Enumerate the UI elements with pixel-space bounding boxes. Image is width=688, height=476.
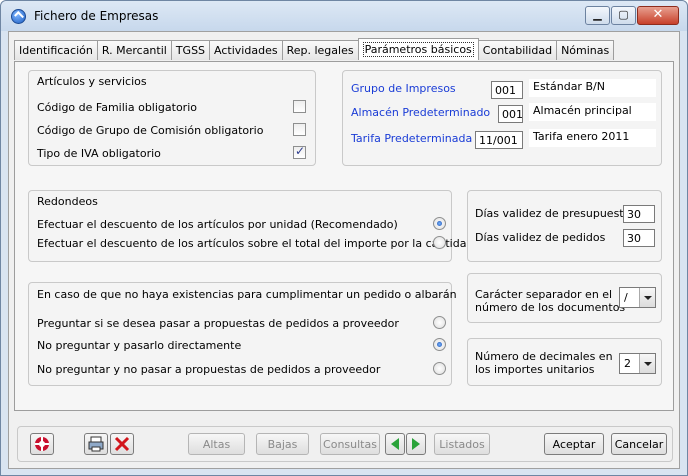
previous-button[interactable] (385, 433, 405, 455)
separador-group: Carácter separador en el número de los d… (467, 273, 662, 323)
bottom-toolbar: Altas Bajas Consultas Listados Aceptar C… (17, 426, 673, 462)
almacen-code-input[interactable]: 001 (498, 105, 523, 123)
validez-group: Días validez de presupuestos 30 Días val… (467, 190, 662, 262)
app-logo-icon (11, 9, 26, 24)
predeterminados-group: Grupo de Impresos 001 Estándar B/N Almac… (342, 70, 662, 166)
altas-button[interactable]: Altas (188, 433, 245, 455)
group-title: En caso de que no haya existencias para … (37, 288, 457, 301)
minimize-icon: ▁ (593, 8, 602, 21)
separador-label-2: número de los documentos (475, 301, 626, 314)
tab-panel-parametros: Artículos y servicios Código de Familia … (14, 61, 674, 411)
tab-nominas[interactable]: Nóminas (556, 40, 615, 60)
existencias-no-pasar-radio[interactable] (433, 362, 446, 375)
decimales-group: Número de decimales en los importes unit… (467, 338, 662, 386)
tab-identificacion[interactable]: Identificación (14, 40, 98, 60)
close-button[interactable]: ✕ (637, 6, 679, 25)
familia-label: Código de Familia obligatorio (37, 101, 197, 114)
help-lifebuoy-icon (35, 437, 49, 451)
grupo-impresos-code-input[interactable]: 001 (491, 81, 523, 99)
decimales-label-2: los importes unitarios (475, 363, 595, 376)
separador-label-1: Carácter separador en el (475, 288, 613, 301)
client-area: Identificación R. Mercantil TGSS Activid… (8, 31, 680, 469)
decimales-select[interactable]: 2 (619, 353, 656, 374)
title-bar: Fichero de Empresas ▁ ▢ ✕ (1, 1, 687, 31)
red-x-icon (114, 436, 130, 452)
redondeo-total-radio[interactable] (433, 236, 446, 249)
articulos-group: Artículos y servicios Código de Familia … (28, 70, 316, 166)
tab-label: TGSS (175, 44, 206, 57)
next-button[interactable] (406, 433, 426, 455)
delete-button[interactable] (110, 433, 134, 455)
existencias-no-pasar-label: No preguntar y no pasar a propuestas de … (37, 363, 381, 376)
tab-contabilidad[interactable]: Contabilidad (477, 40, 558, 60)
tab-rep-legales[interactable]: Rep. legales (281, 40, 359, 60)
app-window: Fichero de Empresas ▁ ▢ ✕ Identificación… (0, 0, 688, 476)
redondeo-unidad-radio[interactable] (433, 217, 446, 230)
tab-r-mercantil[interactable]: R. Mercantil (96, 40, 172, 60)
close-icon: ✕ (652, 7, 664, 22)
validez-presupuestos-input[interactable]: 30 (623, 205, 655, 223)
help-button[interactable] (30, 433, 54, 455)
printer-icon (88, 436, 104, 452)
decimales-value: 2 (624, 357, 631, 370)
existencias-directo-label: No preguntar y pasarlo directamente (37, 339, 242, 352)
tarifa-code-input[interactable]: 11/001 (475, 131, 523, 149)
tab-label: Nóminas (561, 44, 610, 57)
tab-strip: Identificación R. Mercantil TGSS Activid… (14, 38, 615, 61)
print-button[interactable] (84, 433, 108, 455)
familia-checkbox[interactable] (293, 100, 306, 113)
chevron-down-icon[interactable] (639, 354, 655, 373)
green-left-arrow-icon (391, 438, 399, 450)
grupo-impresos-label: Grupo de Impresos (351, 82, 456, 95)
maximize-button[interactable]: ▢ (611, 6, 636, 25)
existencias-preguntar-radio[interactable] (433, 316, 446, 329)
tab-tgss[interactable]: TGSS (170, 40, 211, 60)
tab-parametros-basicos[interactable]: Parámetros básicos (357, 38, 479, 60)
maximize-icon: ▢ (618, 8, 629, 21)
tab-label: Parámetros básicos (362, 42, 474, 57)
bajas-button[interactable]: Bajas (256, 433, 309, 455)
minimize-button[interactable]: ▁ (585, 6, 610, 25)
tab-label: Actividades (214, 44, 278, 57)
validez-presupuestos-label: Días validez de presupuestos (475, 207, 637, 220)
existencias-group: En caso de que no haya existencias para … (28, 282, 457, 386)
cancelar-button[interactable]: Cancelar (611, 433, 667, 455)
grupo-comision-checkbox[interactable] (293, 123, 306, 136)
green-right-arrow-icon (412, 438, 420, 450)
listados-button[interactable]: Listados (434, 433, 490, 455)
group-title: Redondeos (37, 195, 98, 208)
validez-pedidos-label: Días validez de pedidos (475, 231, 606, 244)
redondeos-group: Redondeos Efectuar el descuento de los a… (28, 190, 473, 262)
validez-pedidos-input[interactable]: 30 (623, 229, 655, 247)
tab-label: R. Mercantil (101, 44, 167, 57)
tipo-iva-checkbox[interactable] (293, 144, 306, 159)
separador-select[interactable]: / (619, 287, 656, 308)
chevron-down-icon[interactable] (639, 288, 655, 307)
tab-actividades[interactable]: Actividades (209, 40, 283, 60)
grupo-impresos-desc: Estándar B/N (529, 79, 656, 97)
tarifa-label: Tarifa Predeterminada (351, 132, 473, 145)
window-title: Fichero de Empresas (34, 9, 159, 23)
grupo-comision-label: Código de Grupo de Comisión obligatorio (37, 124, 264, 137)
decimales-label-1: Número de decimales en (475, 350, 613, 363)
aceptar-button[interactable]: Aceptar (544, 433, 604, 455)
tipo-iva-label: Tipo de IVA obligatorio (37, 147, 161, 160)
group-title: Artículos y servicios (37, 75, 147, 88)
existencias-preguntar-label: Preguntar si se desea pasar a propuestas… (37, 317, 399, 330)
almacen-desc: Almacén principal (529, 103, 656, 121)
tab-label: Rep. legales (286, 44, 354, 57)
separador-value: / (624, 291, 628, 304)
existencias-directo-radio[interactable] (433, 338, 446, 351)
tab-label: Contabilidad (482, 44, 553, 57)
almacen-label: Almacén Predeterminado (351, 106, 491, 119)
tarifa-desc: Tarifa enero 2011 (529, 129, 656, 147)
tab-label: Identificación (19, 44, 93, 57)
consultas-button[interactable]: Consultas (320, 433, 380, 455)
redondeo-total-label: Efectuar el descuento de los artículos s… (37, 237, 474, 250)
redondeo-unidad-label: Efectuar el descuento de los artículos p… (37, 218, 398, 231)
